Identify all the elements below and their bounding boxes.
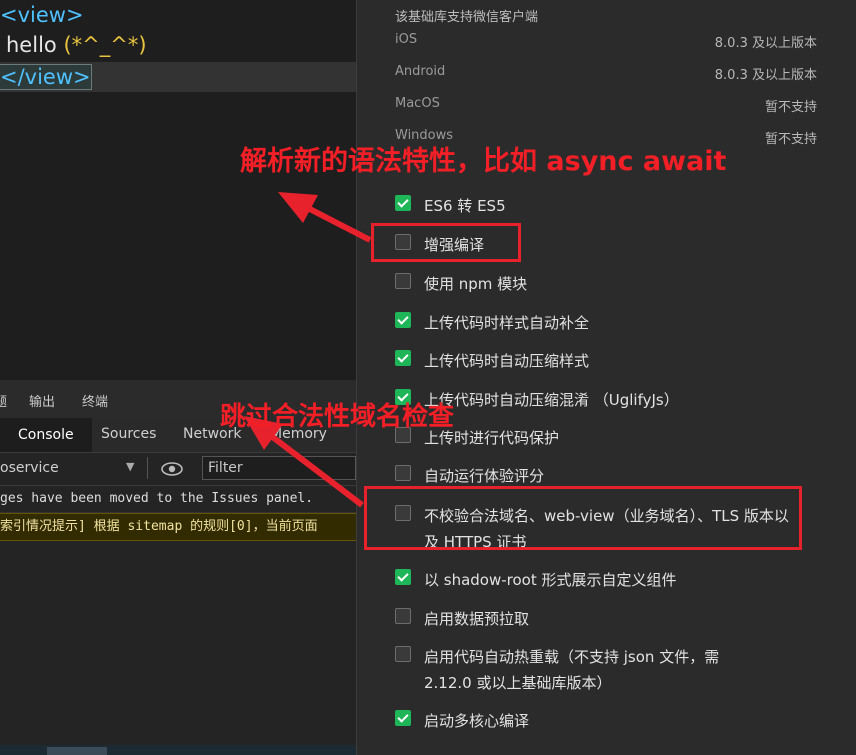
annotation-middle-text: 跳过合法性域名检查 [220,402,455,432]
annotation-top-text: 解析新的语法特性，比如 async await [240,146,727,177]
arrow-line-top [300,202,372,243]
arrow-line-bottom [264,429,364,508]
annotation-arrows [244,192,372,508]
